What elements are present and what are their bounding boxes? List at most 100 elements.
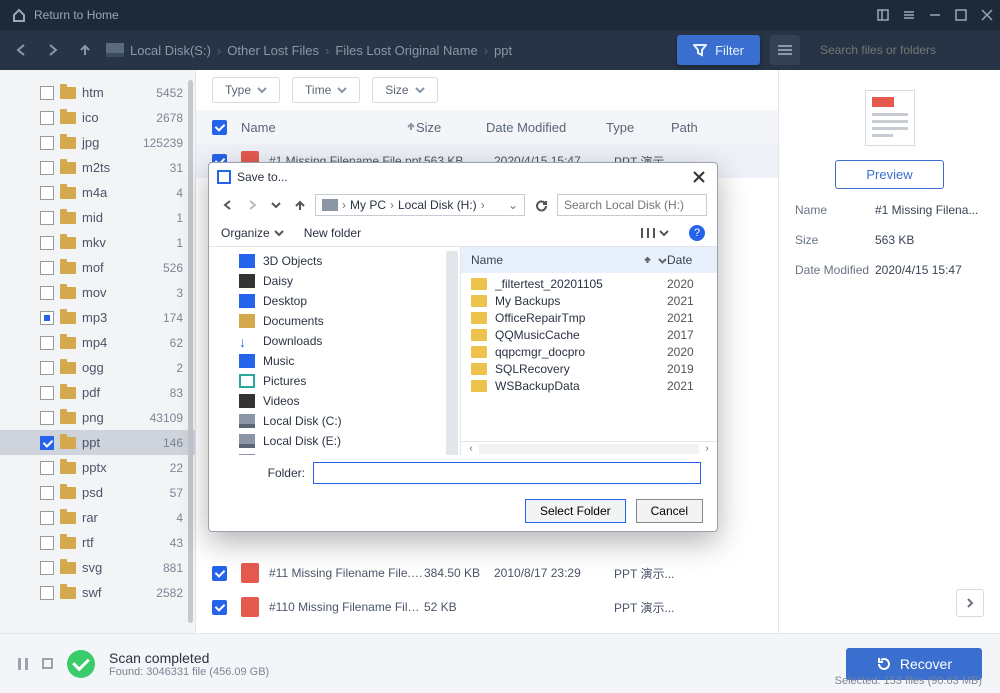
col-name[interactable]: Name xyxy=(241,120,416,135)
col-path[interactable]: Path xyxy=(671,120,762,135)
list-item[interactable]: OfficeRepairTmp2021 xyxy=(461,309,717,326)
tree-item[interactable]: Pictures xyxy=(209,371,460,391)
breadcrumb-item[interactable]: Files Lost Original Name xyxy=(335,43,477,58)
sidebar-item-mkv[interactable]: mkv1 xyxy=(0,230,195,255)
dialog-forward-button[interactable] xyxy=(243,196,261,214)
checkbox[interactable] xyxy=(40,511,54,525)
maximize-button[interactable] xyxy=(948,0,974,30)
checkbox[interactable] xyxy=(40,311,54,325)
file-row[interactable]: #110 Missing Filename File.ppt52 KBPPT 演… xyxy=(196,590,778,624)
folder-input[interactable] xyxy=(313,462,701,484)
list-item[interactable]: WSBackupData2021 xyxy=(461,377,717,394)
sidebar-item-pptx[interactable]: pptx22 xyxy=(0,455,195,480)
checkbox[interactable] xyxy=(40,536,54,550)
path-disk[interactable]: Local Disk (H:) xyxy=(398,198,477,212)
checkbox[interactable] xyxy=(40,111,54,125)
stop-button[interactable] xyxy=(42,658,53,669)
head-name[interactable]: Name xyxy=(471,253,667,267)
path-dropdown[interactable]: ⌄ xyxy=(508,198,518,212)
minimize-button[interactable] xyxy=(922,0,948,30)
dialog-up-button[interactable] xyxy=(291,196,309,214)
menu-button[interactable] xyxy=(896,0,922,30)
sidebar-item-rar[interactable]: rar4 xyxy=(0,505,195,530)
sidebar-item-rtf[interactable]: rtf43 xyxy=(0,530,195,555)
sidebar-item-ogg[interactable]: ogg2 xyxy=(0,355,195,380)
sidebar-item-jpg[interactable]: jpg125239 xyxy=(0,130,195,155)
view-mode-button[interactable] xyxy=(641,228,669,238)
sidebar-item-mid[interactable]: mid1 xyxy=(0,205,195,230)
close-button[interactable] xyxy=(974,0,1000,30)
search-box[interactable] xyxy=(810,35,990,65)
tree-item[interactable]: Local Disk (C:) xyxy=(209,411,460,431)
sidebar-item-mp4[interactable]: mp462 xyxy=(0,330,195,355)
h-scrollbar[interactable]: ‹› xyxy=(461,441,717,455)
select-folder-button[interactable]: Select Folder xyxy=(525,499,626,523)
row-checkbox[interactable] xyxy=(212,600,227,615)
pill-time[interactable]: Time xyxy=(292,77,360,103)
checkbox[interactable] xyxy=(40,86,54,100)
sidebar-item-mp3[interactable]: mp3174 xyxy=(0,305,195,330)
head-date[interactable]: Date xyxy=(667,253,707,267)
checkbox[interactable] xyxy=(40,361,54,375)
next-button[interactable] xyxy=(956,589,984,617)
sidebar-item-png[interactable]: png43109 xyxy=(0,405,195,430)
tree-item[interactable]: Daisy xyxy=(209,271,460,291)
checkbox[interactable] xyxy=(40,561,54,575)
organize-button[interactable]: Organize xyxy=(221,226,284,240)
checkbox[interactable] xyxy=(40,411,54,425)
file-row[interactable]: #11 Missing Filename File.ppt384.50 KB20… xyxy=(196,556,778,590)
list-item[interactable]: QQMusicCache2017 xyxy=(461,326,717,343)
dialog-path[interactable]: › My PC › Local Disk (H:) › ⌄ xyxy=(315,194,525,216)
tree-item[interactable]: Local Disk (G:) xyxy=(209,451,460,455)
sidebar-item-svg[interactable]: svg881 xyxy=(0,555,195,580)
refresh-button[interactable] xyxy=(531,195,551,215)
path-root[interactable]: My PC xyxy=(350,198,386,212)
list-item[interactable]: My Backups2021 xyxy=(461,292,717,309)
dialog-search-input[interactable] xyxy=(564,198,700,212)
cancel-button[interactable]: Cancel xyxy=(636,499,703,523)
search-input[interactable] xyxy=(820,43,975,57)
sidebar-item-psd[interactable]: psd57 xyxy=(0,480,195,505)
forward-button[interactable] xyxy=(42,39,64,61)
tree-item[interactable]: 3D Objects xyxy=(209,251,460,271)
checkbox[interactable] xyxy=(40,336,54,350)
sidebar-item-swf[interactable]: swf2582 xyxy=(0,580,195,605)
dialog-close-button[interactable] xyxy=(689,167,709,187)
checkbox[interactable] xyxy=(40,286,54,300)
sidebar-item-m4a[interactable]: m4a4 xyxy=(0,180,195,205)
pill-type[interactable]: Type xyxy=(212,77,280,103)
list-item[interactable]: _filtertest_202011052020 xyxy=(461,275,717,292)
back-button[interactable] xyxy=(10,39,32,61)
tree-item[interactable]: Downloads xyxy=(209,331,460,351)
col-size[interactable]: Size xyxy=(416,120,486,135)
row-checkbox[interactable] xyxy=(212,566,227,581)
return-home-button[interactable]: Return to Home xyxy=(0,8,131,22)
preview-button[interactable]: Preview xyxy=(835,160,943,189)
tree-item[interactable]: Desktop xyxy=(209,291,460,311)
dialog-search[interactable] xyxy=(557,194,707,216)
checkbox[interactable] xyxy=(40,436,54,450)
breadcrumb-disk[interactable]: Local Disk(S:) xyxy=(130,43,211,58)
dialog-history-button[interactable] xyxy=(267,196,285,214)
sidebar-item-ppt[interactable]: ppt146 xyxy=(0,430,195,455)
checkbox[interactable] xyxy=(40,486,54,500)
checkbox[interactable] xyxy=(40,161,54,175)
tree-item[interactable]: Documents xyxy=(209,311,460,331)
checkbox[interactable] xyxy=(40,261,54,275)
checkbox[interactable] xyxy=(40,211,54,225)
list-item[interactable]: qqpcmgr_docpro2020 xyxy=(461,343,717,360)
sidebar-item-ico[interactable]: ico2678 xyxy=(0,105,195,130)
checkbox[interactable] xyxy=(40,386,54,400)
dialog-back-button[interactable] xyxy=(219,196,237,214)
pause-button[interactable] xyxy=(18,658,28,670)
folder-tree[interactable]: 3D ObjectsDaisyDesktopDocumentsDownloads… xyxy=(209,247,461,455)
checkbox[interactable] xyxy=(40,186,54,200)
layout-button[interactable] xyxy=(870,0,896,30)
filter-button[interactable]: Filter xyxy=(677,35,760,65)
new-folder-button[interactable]: New folder xyxy=(304,226,361,240)
tree-item[interactable]: Music xyxy=(209,351,460,371)
tree-item[interactable]: Videos xyxy=(209,391,460,411)
sidebar-item-pdf[interactable]: pdf83 xyxy=(0,380,195,405)
help-button[interactable]: ? xyxy=(689,225,705,241)
sidebar-item-mov[interactable]: mov3 xyxy=(0,280,195,305)
